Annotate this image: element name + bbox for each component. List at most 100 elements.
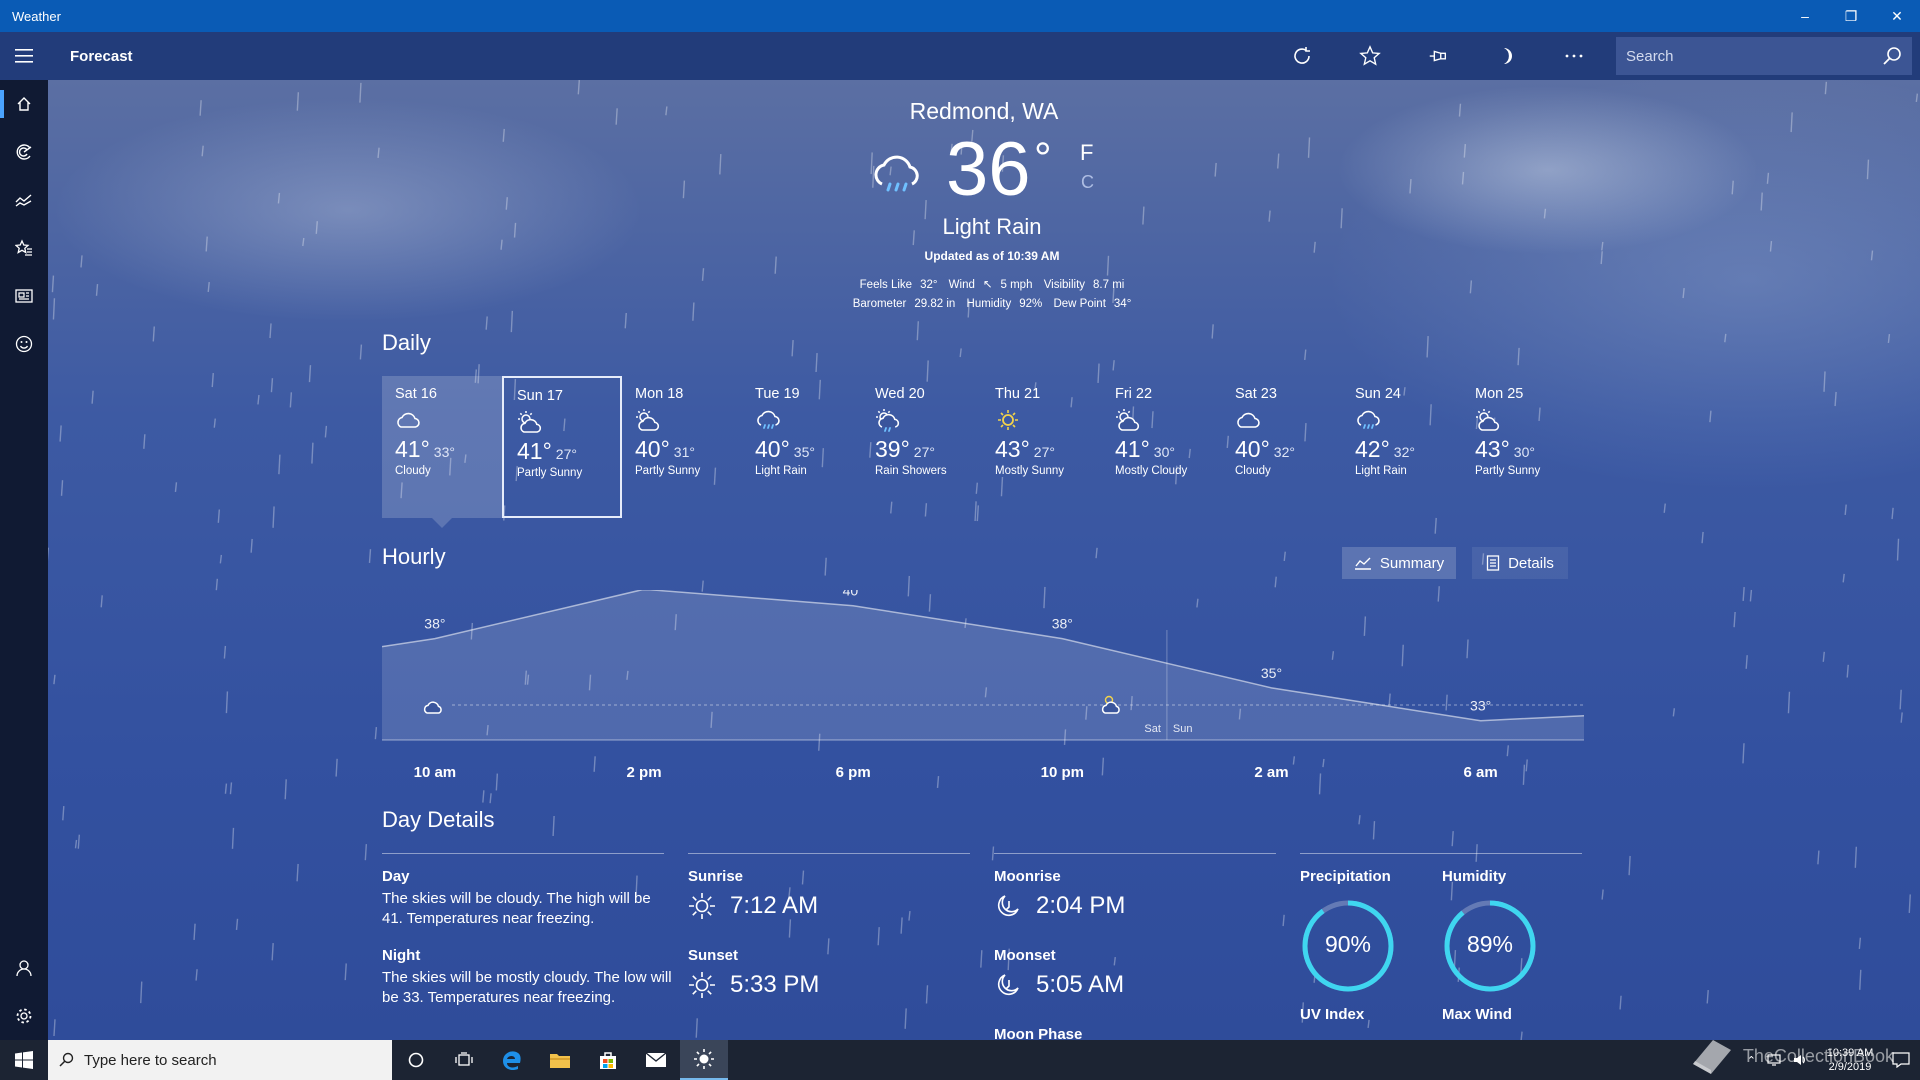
dark-mode-button[interactable] [1472, 32, 1540, 80]
visibility-label: Visibility [1043, 279, 1086, 291]
unit-celsius-toggle[interactable]: C [1081, 172, 1094, 193]
rain-streak [695, 1018, 698, 1038]
rain-streak [1409, 179, 1412, 194]
details-label: Details [1508, 554, 1554, 572]
rain-streak [1358, 815, 1361, 825]
account-icon [16, 960, 32, 977]
day-card[interactable]: Sun 24 42° 32° Light Rain [1342, 376, 1462, 518]
rain-streak [193, 923, 196, 941]
file-explorer-button[interactable] [536, 1040, 584, 1080]
day-label: Day [382, 868, 410, 885]
day-card[interactable]: Sat 16 41° 33° Cloudy [382, 376, 502, 528]
day-card[interactable]: Mon 25 43° 30° Partly Sunny [1462, 376, 1582, 518]
rain-streak [1601, 889, 1604, 900]
mail-icon [645, 1052, 667, 1067]
favorite-button[interactable] [1336, 32, 1404, 80]
rain-streak [877, 927, 880, 946]
day-card[interactable]: Sun 17 41° 27° Partly Sunny [502, 376, 622, 518]
rain-streak [74, 839, 78, 849]
notifications-icon[interactable] [1892, 1052, 1910, 1068]
day-name: Thu 21 [995, 386, 1041, 402]
unit-fahrenheit-toggle[interactable]: F [1080, 140, 1093, 166]
rain-streak [1672, 708, 1676, 717]
temperature-point-label: 38° [1052, 616, 1073, 632]
humidity-detail-label: Humidity [1442, 868, 1507, 885]
start-button[interactable] [0, 1040, 48, 1080]
taskbar-search[interactable]: Type here to search [48, 1040, 392, 1080]
rain-streak [289, 392, 293, 408]
day-card[interactable]: Fri 22 41° 30° Mostly Cloudy [1102, 376, 1222, 518]
updated-time: Updated as of 10:39 AM [924, 249, 1060, 263]
day-condition: Partly Sunny [517, 467, 583, 479]
rain-streak [815, 353, 818, 373]
day-card[interactable]: Thu 21 43° 27° Mostly Sunny [982, 376, 1102, 518]
rain-streak [1842, 573, 1845, 583]
rain-streak [916, 321, 919, 341]
sun-icon [998, 410, 1018, 430]
current-condition: Light Rain [942, 214, 1042, 239]
day-temps: 41° 33° [395, 436, 489, 463]
summary-button[interactable]: Summary [1342, 547, 1456, 579]
task-view-button[interactable] [440, 1040, 488, 1080]
rain-streak [1846, 664, 1849, 678]
rain-streak [1451, 831, 1454, 847]
restore-button[interactable]: ❐ [1828, 0, 1874, 32]
refresh-button[interactable] [1268, 32, 1336, 80]
mail-button[interactable] [632, 1040, 680, 1080]
pin-button[interactable] [1404, 32, 1472, 80]
minimize-button[interactable]: – [1782, 0, 1828, 32]
day-low: 32° [1393, 444, 1415, 460]
search-input[interactable] [1616, 37, 1872, 75]
day-high: 40° [755, 436, 790, 462]
rain-streak [1318, 773, 1322, 795]
weather-app-button[interactable] [680, 1040, 728, 1080]
divider [994, 853, 1276, 854]
edge-button[interactable] [488, 1040, 536, 1080]
nav-account[interactable] [0, 944, 48, 992]
rain-streak [359, 344, 363, 360]
day-high: 42° [1355, 436, 1390, 462]
sunset-row: 5:33 PM [688, 971, 819, 999]
feels-like-label: Feels Like [859, 279, 913, 291]
rain-streak [827, 938, 830, 955]
day-name: Wed 20 [875, 386, 925, 402]
day-card[interactable]: Tue 19 40° 35° Light Rain [742, 376, 862, 518]
nav-forecast[interactable] [0, 80, 48, 128]
taskbar-search-placeholder: Type here to search [84, 1051, 217, 1069]
rain-streak [140, 981, 143, 1004]
divider [688, 853, 970, 854]
day-card[interactable]: Mon 18 40° 31° Partly Sunny [622, 376, 742, 518]
nav-maps[interactable] [0, 128, 48, 176]
hamburger-menu-button[interactable] [0, 32, 48, 80]
star-icon [1359, 45, 1381, 66]
close-button[interactable]: ✕ [1874, 0, 1920, 32]
rain-streak [936, 776, 940, 788]
rain-streak [1112, 360, 1115, 371]
day-icon-wrap [517, 410, 607, 434]
day-condition: Mostly Cloudy [1115, 465, 1188, 477]
humidity-value: 92% [1019, 298, 1043, 310]
app-header: Forecast [0, 32, 1920, 80]
rain-streak [201, 145, 204, 157]
more-options-button[interactable] [1540, 32, 1608, 80]
cortana-button[interactable] [392, 1040, 440, 1080]
day-high: 43° [995, 436, 1030, 462]
rain-streak [1709, 410, 1712, 423]
partly-sunny-icon [518, 411, 542, 433]
search-button[interactable] [1872, 46, 1912, 66]
details-button[interactable]: Details [1472, 547, 1568, 579]
moonset-label: Moonset [994, 947, 1056, 964]
rain-streak [1282, 914, 1285, 927]
nav-news[interactable] [0, 272, 48, 320]
temperature-point-label: 33° [1470, 698, 1491, 714]
day-condition: Light Rain [755, 465, 807, 477]
nav-historical[interactable] [0, 176, 48, 224]
nav-settings[interactable] [0, 992, 48, 1040]
day-card[interactable]: Wed 20 39° 27° Rain Showers [862, 376, 982, 518]
rain-streak [904, 1008, 907, 1029]
day-card[interactable]: Sat 23 40° 32° Cloudy [1222, 376, 1342, 518]
store-button[interactable] [584, 1040, 632, 1080]
rain-streak [224, 783, 228, 794]
nav-feedback[interactable] [0, 320, 48, 368]
nav-places[interactable] [0, 224, 48, 272]
